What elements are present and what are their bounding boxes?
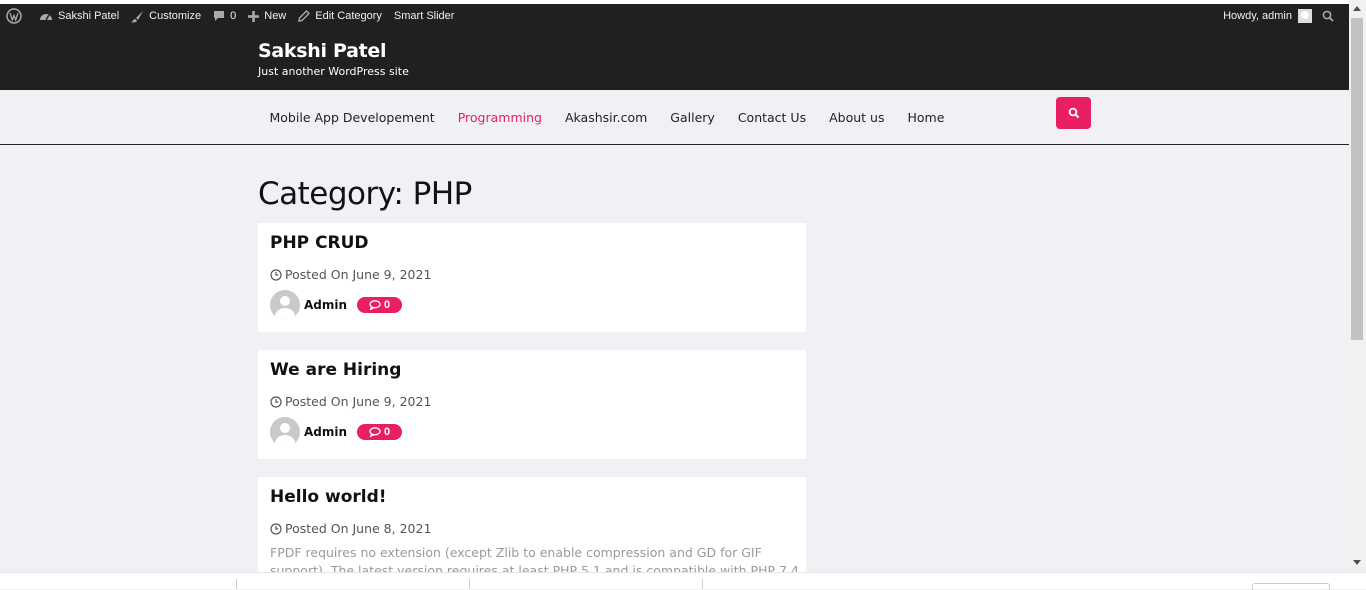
comment-count: 0	[383, 426, 391, 438]
clock-icon	[270, 522, 282, 535]
avatar	[270, 417, 300, 447]
customize-label: Customize	[149, 10, 202, 22]
comments-link[interactable]: 0	[207, 4, 242, 28]
comment-icon	[369, 427, 381, 437]
post-card: Hello world! Posted On June 8, 2021 FPDF…	[258, 477, 806, 572]
smart-slider-link[interactable]: Smart Slider	[388, 4, 461, 28]
plus-icon	[248, 10, 260, 22]
search-icon	[1068, 107, 1079, 119]
search-button[interactable]	[1056, 97, 1091, 129]
comment-count: 0	[383, 299, 391, 311]
comment-count-badge[interactable]: 0	[357, 297, 402, 313]
wp-logo-menu[interactable]	[0, 4, 33, 28]
customize-link[interactable]: Customize	[125, 4, 207, 28]
smart-slider-label: Smart Slider	[393, 10, 455, 22]
pencil-icon	[298, 10, 311, 22]
site-description: Just another WordPress site	[258, 65, 409, 78]
comment-count-badge[interactable]: 0	[357, 424, 402, 440]
bottom-bar	[0, 572, 1366, 590]
new-label: New	[264, 10, 287, 22]
admin-search[interactable]	[1316, 4, 1341, 28]
post-title[interactable]: We are Hiring	[270, 360, 401, 380]
site-name-menu[interactable]: Sakshi Patel	[33, 4, 125, 28]
nav-item-akashsir[interactable]: Akashsir.com	[553, 110, 658, 125]
post-title[interactable]: PHP CRUD	[270, 233, 369, 253]
post-title[interactable]: Hello world!	[270, 487, 387, 507]
admin-bar: Sakshi Patel Customize 0 New Edit Catego…	[0, 4, 1349, 28]
edit-category-link[interactable]: Edit Category	[292, 4, 388, 28]
page-title: Category: PHP	[258, 176, 472, 212]
nav-item-gallery[interactable]: Gallery	[659, 110, 727, 125]
author-name: Admin	[304, 425, 348, 439]
edit-category-label: Edit Category	[315, 10, 382, 22]
nav-item-contact[interactable]: Contact Us	[726, 110, 817, 125]
nav-item-programming[interactable]: Programming	[446, 110, 553, 125]
post-card: We are Hiring Posted On June 9, 2021 Adm…	[258, 350, 806, 459]
author-name: Admin	[304, 298, 348, 312]
post-card: PHP CRUD Posted On June 9, 2021 Admin 0	[258, 223, 806, 332]
post-date-text: Posted On June 8, 2021	[285, 521, 432, 536]
comment-icon	[369, 300, 381, 310]
post-date: Posted On June 8, 2021	[270, 521, 431, 536]
user-avatar	[1298, 9, 1312, 23]
post-author[interactable]: Admin	[270, 417, 347, 447]
nav-item-mobile-app[interactable]: Mobile App Developement	[258, 110, 446, 125]
main-navigation: Mobile App Developement Programming Akas…	[0, 90, 1349, 145]
new-content-menu[interactable]: New	[242, 4, 292, 28]
post-excerpt: FPDF requires no extension (except Zlib …	[270, 545, 799, 572]
clock-icon	[270, 268, 282, 281]
scroll-down-arrow-icon[interactable]	[1353, 560, 1361, 565]
nav-item-about[interactable]: About us	[818, 110, 896, 125]
scrollbar-thumb[interactable]	[1351, 18, 1363, 340]
wordpress-icon	[6, 8, 22, 24]
clock-icon	[270, 395, 282, 408]
comment-icon	[214, 11, 225, 21]
nav-menu: Mobile App Developement Programming Akas…	[258, 90, 956, 144]
site-name-label: Sakshi Patel	[58, 10, 120, 22]
vertical-scrollbar[interactable]	[1349, 0, 1366, 572]
brush-icon	[131, 10, 144, 22]
howdy-label: Howdy, admin	[1223, 10, 1292, 22]
post-date: Posted On June 9, 2021	[270, 267, 431, 282]
post-author[interactable]: Admin	[270, 290, 347, 320]
admin-bar-right: Howdy, admin	[1219, 4, 1341, 28]
site-header: Sakshi Patel Just another WordPress site	[0, 28, 1349, 90]
bottom-tab[interactable]	[1252, 583, 1330, 590]
nav-item-home[interactable]: Home	[896, 110, 956, 125]
site-title[interactable]: Sakshi Patel	[258, 40, 387, 62]
post-date: Posted On June 9, 2021	[270, 394, 431, 409]
search-icon	[1322, 10, 1334, 22]
avatar	[270, 290, 300, 320]
post-date-text: Posted On June 9, 2021	[285, 394, 432, 409]
post-date-text: Posted On June 9, 2021	[285, 267, 432, 282]
scroll-up-arrow-icon[interactable]	[1353, 6, 1361, 11]
comments-count: 0	[230, 10, 237, 22]
dashboard-icon	[40, 14, 52, 21]
my-account-menu[interactable]: Howdy, admin	[1219, 4, 1316, 28]
